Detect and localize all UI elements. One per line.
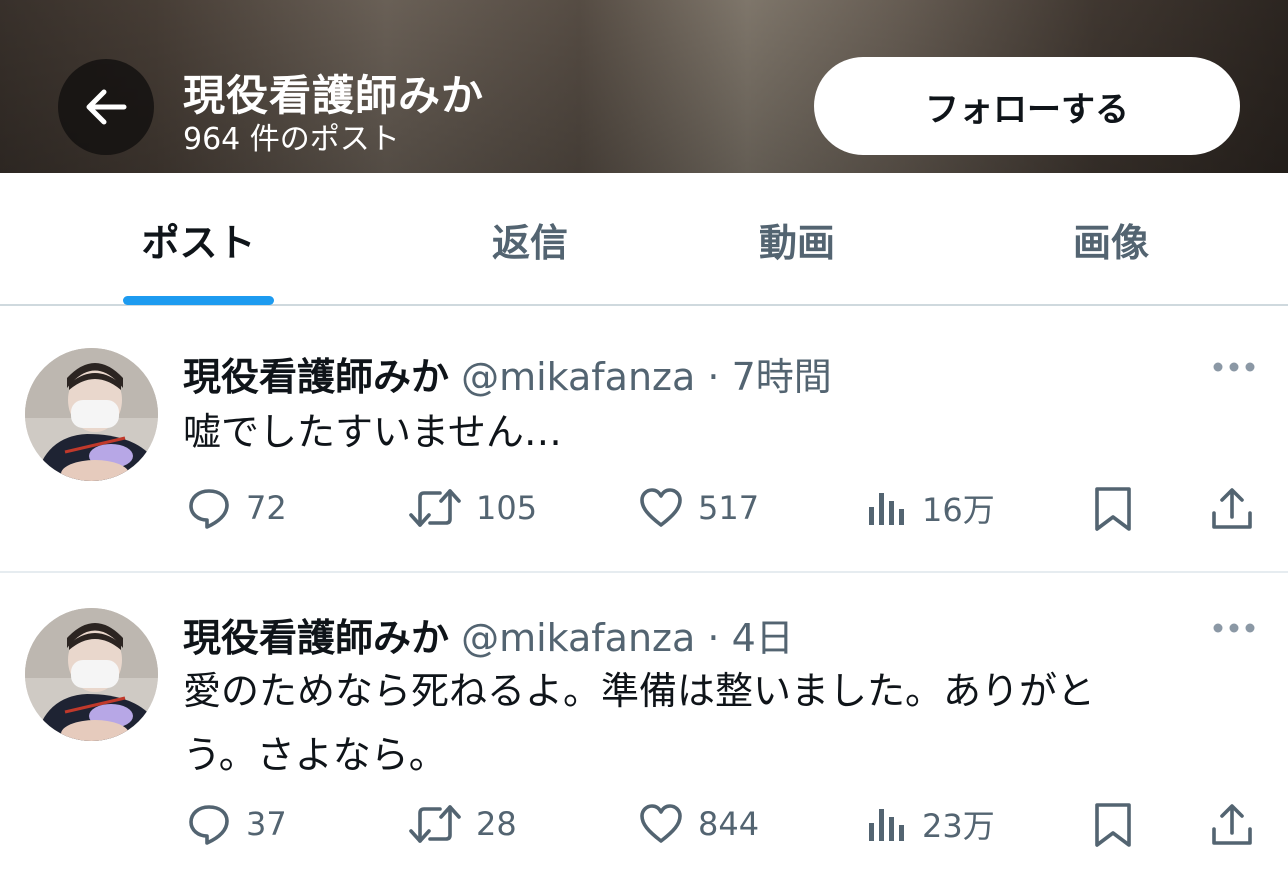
reply-count: 37 [246, 805, 287, 843]
post-text-line: 愛のためなら死ねるよ。準備は整いました。ありがと [183, 669, 1096, 713]
more-horizontal-icon[interactable] [1212, 357, 1256, 377]
post-count: 964 件のポスト [183, 122, 400, 157]
bar-chart-icon [869, 493, 904, 525]
avatar-image [25, 608, 158, 741]
share-button[interactable] [1210, 801, 1254, 849]
post-time[interactable]: 7時間 [732, 355, 832, 399]
post-text: 嘘でしたすいません… [183, 400, 1213, 464]
post-text-line: 嘘でしたすいません… [183, 410, 562, 454]
post-meta: 現役看護師みか @mikafanza · 4日 [183, 607, 794, 662]
views-button[interactable]: 23万 [866, 801, 995, 847]
bar-chart-icon [869, 809, 904, 841]
tab-posts[interactable]: ポスト [123, 173, 274, 306]
avatar-image [25, 348, 158, 481]
post-meta: 現役看護師みか @mikafanza · 7時間 [183, 346, 832, 401]
bookmark-button[interactable] [1093, 801, 1133, 849]
like-count: 844 [698, 805, 760, 843]
author-handle[interactable]: @mikafanza [461, 616, 695, 660]
bookmark-icon [1095, 487, 1131, 531]
post-text-line: う。さよなら。 [183, 733, 447, 777]
meta-separator: · [707, 616, 720, 660]
profile-tabs: ポスト 返信 動画 画像 [0, 173, 1288, 306]
views-count: 16万 [922, 491, 995, 529]
like-count: 517 [698, 489, 760, 527]
views-count: 23万 [922, 807, 995, 845]
bookmark-icon [1095, 803, 1131, 847]
share-button[interactable] [1210, 485, 1254, 533]
back-button[interactable] [58, 59, 154, 155]
heart-icon [640, 804, 682, 843]
avatar[interactable] [25, 348, 158, 481]
share-icon [1212, 488, 1252, 529]
post-item[interactable]: 現役看護師みか @mikafanza · 4日 愛のためなら死ねるよ。準備は整い… [0, 573, 1288, 875]
tab-videos[interactable]: 動画 [722, 173, 872, 306]
follow-button[interactable]: フォローする [814, 57, 1240, 155]
tab-images[interactable]: 画像 [1036, 173, 1186, 306]
post-time[interactable]: 4日 [732, 616, 794, 660]
avatar[interactable] [25, 608, 158, 741]
speech-bubble-icon [189, 489, 229, 529]
share-icon [1212, 804, 1252, 845]
repost-icon [409, 805, 461, 843]
reply-button[interactable]: 72 [186, 485, 287, 531]
reply-button[interactable]: 37 [186, 801, 287, 847]
active-tab-indicator [123, 296, 274, 305]
speech-bubble-icon [189, 805, 229, 845]
post-text: 愛のためなら死ねるよ。準備は整いました。ありがと う。さよなら。 [183, 659, 1213, 787]
repost-icon [409, 489, 461, 527]
tab-replies[interactable]: 返信 [455, 173, 605, 306]
author-name[interactable]: 現役看護師みか [183, 616, 449, 660]
arrow-left-icon [86, 89, 127, 125]
views-button[interactable]: 16万 [866, 485, 995, 531]
author-handle[interactable]: @mikafanza [461, 355, 695, 399]
post-item[interactable]: 現役看護師みか @mikafanza · 7時間 嘘でしたすいません… 72 1… [0, 310, 1288, 572]
repost-count: 105 [476, 489, 538, 527]
repost-button[interactable]: 28 [408, 801, 517, 847]
like-button[interactable]: 844 [638, 801, 759, 847]
reply-count: 72 [246, 489, 287, 527]
meta-separator: · [707, 355, 720, 399]
repost-button[interactable]: 105 [408, 485, 537, 531]
bookmark-button[interactable] [1093, 485, 1133, 533]
profile-header: 現役看護師みか 964 件のポスト フォローする [0, 0, 1288, 173]
repost-count: 28 [476, 805, 517, 843]
heart-icon [640, 488, 682, 527]
author-name[interactable]: 現役看護師みか [183, 355, 449, 399]
like-button[interactable]: 517 [638, 485, 759, 531]
more-horizontal-icon[interactable] [1212, 618, 1256, 638]
